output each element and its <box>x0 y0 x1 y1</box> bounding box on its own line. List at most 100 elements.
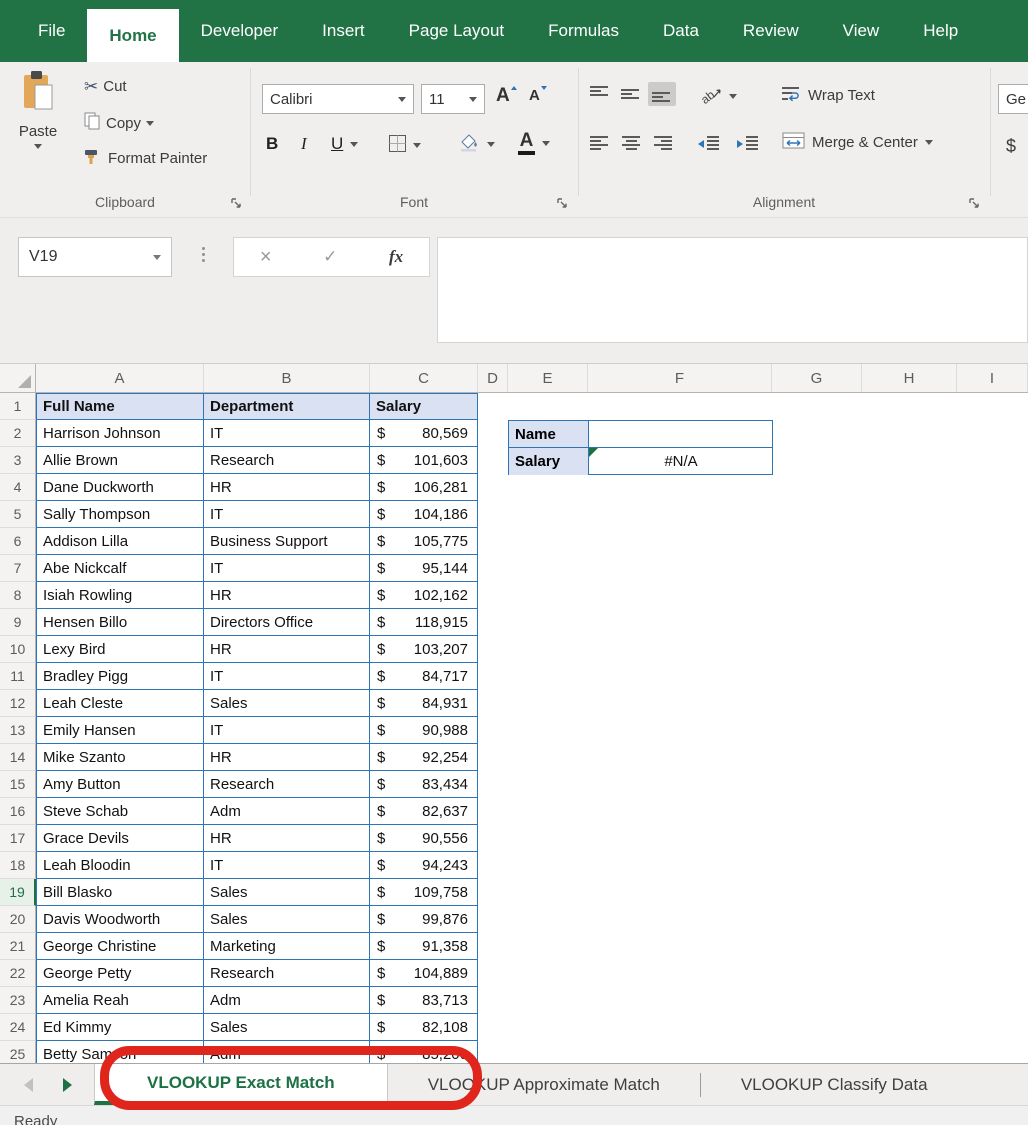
cell-I21[interactable] <box>957 933 1028 960</box>
cell-B10[interactable]: HR <box>204 636 370 663</box>
cell-A19[interactable]: Bill Blasko <box>36 879 204 906</box>
column-header-I[interactable]: I <box>957 364 1028 392</box>
cell-G23[interactable] <box>772 987 862 1014</box>
cell-E23[interactable] <box>508 987 588 1014</box>
cell-D3[interactable] <box>478 447 508 474</box>
cell-I3[interactable] <box>957 447 1028 474</box>
cell-A13[interactable]: Emily Hansen <box>36 717 204 744</box>
enter-icon[interactable]: ✓ <box>323 247 337 267</box>
cell-A11[interactable]: Bradley Pigg <box>36 663 204 690</box>
wrap-text-button[interactable]: Wrap Text <box>780 84 875 107</box>
cell-G4[interactable] <box>772 474 862 501</box>
cell-A20[interactable]: Davis Woodworth <box>36 906 204 933</box>
cell-E3[interactable]: Salary <box>509 448 589 475</box>
cancel-icon[interactable]: × <box>260 246 272 269</box>
cell-E5[interactable] <box>508 501 588 528</box>
orientation-button[interactable]: ab <box>700 84 737 109</box>
ribbon-tab-insert[interactable]: Insert <box>300 0 387 62</box>
cell-C3[interactable]: $101,603 <box>370 447 478 474</box>
cell-C13[interactable]: $90,988 <box>370 717 478 744</box>
cell-B8[interactable]: HR <box>204 582 370 609</box>
cell-F16[interactable] <box>588 798 772 825</box>
cell-D11[interactable] <box>478 663 508 690</box>
cell-D19[interactable] <box>478 879 508 906</box>
row-header-20[interactable]: 20 <box>0 906 36 933</box>
cell-E24[interactable] <box>508 1014 588 1041</box>
cell-B1[interactable]: Department <box>204 393 370 420</box>
cell-F7[interactable] <box>588 555 772 582</box>
cell-A15[interactable]: Amy Button <box>36 771 204 798</box>
borders-dropdown-caret[interactable] <box>413 143 421 148</box>
cell-B16[interactable]: Adm <box>204 798 370 825</box>
cell-I7[interactable] <box>957 555 1028 582</box>
cell-H8[interactable] <box>862 582 957 609</box>
select-all-corner[interactable] <box>0 364 36 392</box>
cell-C11[interactable]: $84,717 <box>370 663 478 690</box>
cell-C5[interactable]: $104,186 <box>370 501 478 528</box>
cell-H12[interactable] <box>862 690 957 717</box>
cell-I4[interactable] <box>957 474 1028 501</box>
row-header-1[interactable]: 1 <box>0 393 36 420</box>
cell-H18[interactable] <box>862 852 957 879</box>
cell-E7[interactable] <box>508 555 588 582</box>
cell-B24[interactable]: Sales <box>204 1014 370 1041</box>
cell-C15[interactable]: $83,434 <box>370 771 478 798</box>
cell-B14[interactable]: HR <box>204 744 370 771</box>
cell-G24[interactable] <box>772 1014 862 1041</box>
font-name-combobox[interactable]: Calibri <box>262 84 414 114</box>
align-center-icon[interactable] <box>617 132 645 156</box>
cell-A2[interactable]: Harrison Johnson <box>36 420 204 447</box>
cell-G3[interactable] <box>772 447 862 474</box>
scroll-sheets-right-icon[interactable] <box>63 1078 72 1092</box>
top-align-icon[interactable] <box>586 82 614 106</box>
row-header-18[interactable]: 18 <box>0 852 36 879</box>
cell-B5[interactable]: IT <box>204 501 370 528</box>
cell-F14[interactable] <box>588 744 772 771</box>
cell-F17[interactable] <box>588 825 772 852</box>
cell-F20[interactable] <box>588 906 772 933</box>
cell-C6[interactable]: $105,775 <box>370 528 478 555</box>
cell-C25[interactable]: $85,200 <box>370 1041 478 1064</box>
cell-H7[interactable] <box>862 555 957 582</box>
cell-A12[interactable]: Leah Cleste <box>36 690 204 717</box>
cell-I23[interactable] <box>957 987 1028 1014</box>
cell-G10[interactable] <box>772 636 862 663</box>
cell-F12[interactable] <box>588 690 772 717</box>
cell-A4[interactable]: Dane Duckworth <box>36 474 204 501</box>
sheet-tab-vlookup-classify-data[interactable]: VLOOKUP Classify Data <box>701 1064 968 1105</box>
name-box[interactable]: V19 <box>18 237 172 277</box>
cell-I10[interactable] <box>957 636 1028 663</box>
cell-D16[interactable] <box>478 798 508 825</box>
cell-A8[interactable]: Isiah Rowling <box>36 582 204 609</box>
cell-I20[interactable] <box>957 906 1028 933</box>
cell-E4[interactable] <box>508 474 588 501</box>
row-header-10[interactable]: 10 <box>0 636 36 663</box>
cell-A5[interactable]: Sally Thompson <box>36 501 204 528</box>
cell-C9[interactable]: $118,915 <box>370 609 478 636</box>
cell-C18[interactable]: $94,243 <box>370 852 478 879</box>
row-header-11[interactable]: 11 <box>0 663 36 690</box>
cell-C7[interactable]: $95,144 <box>370 555 478 582</box>
cell-H21[interactable] <box>862 933 957 960</box>
cell-F11[interactable] <box>588 663 772 690</box>
cell-D7[interactable] <box>478 555 508 582</box>
row-header-15[interactable]: 15 <box>0 771 36 798</box>
cell-C1[interactable]: Salary <box>370 393 478 420</box>
row-header-3[interactable]: 3 <box>0 447 36 474</box>
cell-E19[interactable] <box>508 879 588 906</box>
column-header-E[interactable]: E <box>508 364 588 392</box>
row-header-23[interactable]: 23 <box>0 987 36 1014</box>
cell-F13[interactable] <box>588 717 772 744</box>
row-header-17[interactable]: 17 <box>0 825 36 852</box>
cell-C2[interactable]: $80,569 <box>370 420 478 447</box>
cell-A9[interactable]: Hensen Billo <box>36 609 204 636</box>
cell-D9[interactable] <box>478 609 508 636</box>
middle-align-icon[interactable] <box>617 82 645 106</box>
orientation-dropdown-caret[interactable] <box>729 94 737 99</box>
paste-button[interactable]: Paste <box>8 70 68 188</box>
underline-button[interactable]: U <box>331 134 358 154</box>
copy-dropdown-caret[interactable] <box>146 121 154 126</box>
cell-B6[interactable]: Business Support <box>204 528 370 555</box>
cell-A17[interactable]: Grace Devils <box>36 825 204 852</box>
cell-I2[interactable] <box>957 420 1028 447</box>
